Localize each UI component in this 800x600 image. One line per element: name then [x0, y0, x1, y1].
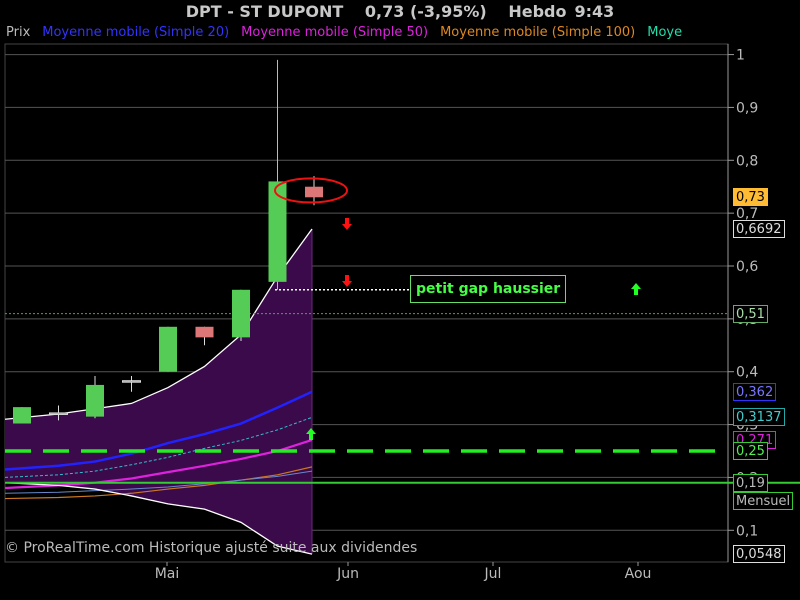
y-tick-label-2: 0,8 [736, 153, 758, 169]
price-badge-bb_up: 0,6692 [733, 220, 785, 239]
y-tick-label-6: 0,4 [736, 365, 758, 381]
y-tick-label-4: 0,6 [736, 259, 758, 275]
price-badge-last: 0,73 [733, 188, 768, 207]
candle-body-5 [195, 326, 214, 338]
candle-body-8 [305, 186, 323, 198]
candle-body-6 [232, 289, 250, 338]
price-badge-mensuel: 0,19 [733, 473, 768, 492]
x-tick-label-3: Aou [625, 566, 652, 582]
price-badge-bb_low: 0,0548 [733, 545, 785, 564]
gap-annotation: petit gap haussier [410, 275, 567, 303]
candle-body-1 [49, 412, 68, 415]
y-tick-label-9: 0,1 [736, 523, 758, 539]
y-tick-label-1: 0,9 [736, 100, 758, 116]
x-tick-label-2: Jul [484, 566, 502, 582]
candle-body-3 [122, 380, 141, 383]
x-tick-label-1: Jun [336, 566, 359, 582]
candle-body-2 [86, 384, 104, 417]
down-arrow-1 [342, 218, 352, 230]
y-tick-label-0: 1 [736, 48, 745, 64]
candle-body-0 [13, 407, 31, 424]
price-badge-ma20d: 0,3137 [733, 408, 785, 427]
price-chart[interactable]: 10,90,80,70,60,50,40,30,20,1MaiJunJulAou [0, 0, 800, 600]
copyright-note: © ProRealTime.com Historique ajusté suit… [5, 540, 418, 556]
price-badge-sup: 0,25 [733, 442, 768, 460]
candle-body-7 [268, 181, 287, 282]
x-tick-label-0: Mai [155, 566, 180, 582]
up-arrow-1 [631, 283, 641, 295]
candle-body-4 [159, 326, 177, 372]
price-badge-lvl051: 0,51 [733, 304, 768, 323]
down-arrow-2 [342, 275, 352, 287]
mensuel-badge: Mensuel [733, 491, 794, 510]
price-badge-ma20: 0,362 [733, 382, 777, 401]
